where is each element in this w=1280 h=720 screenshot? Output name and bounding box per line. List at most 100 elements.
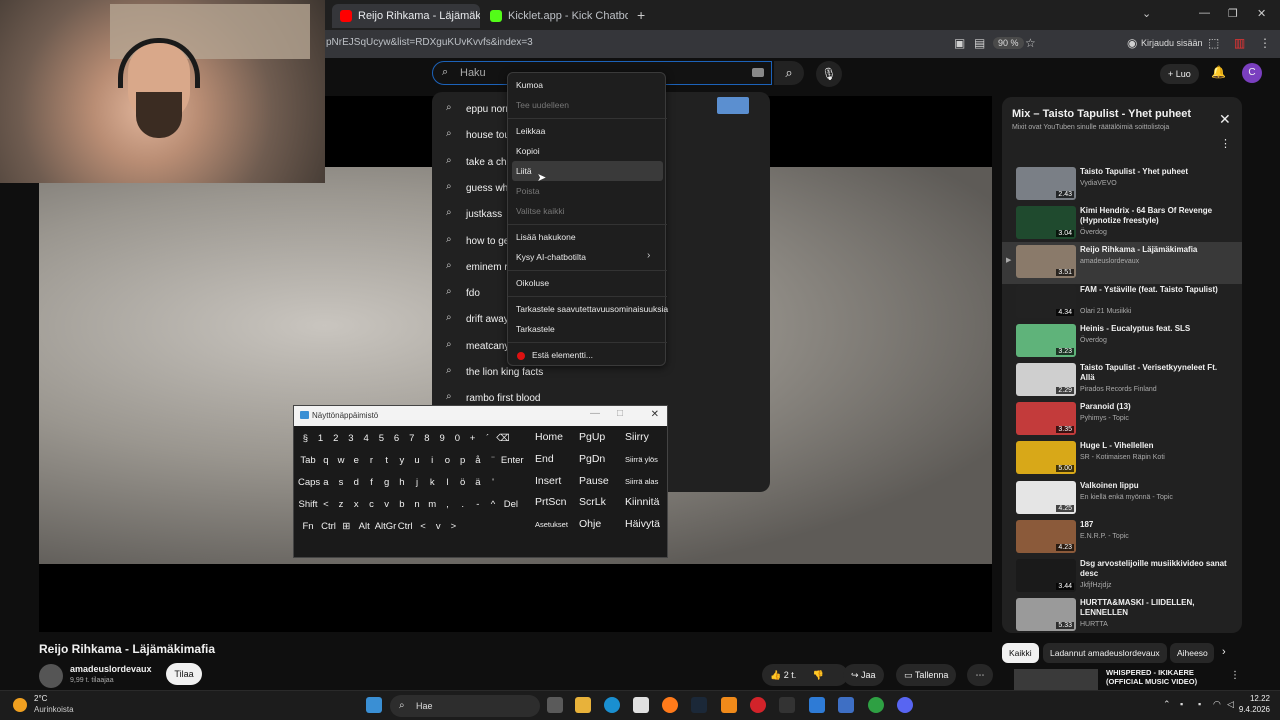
context-menu-item[interactable]: Leikkaa [516,126,545,136]
playlist-item[interactable]: ▶ 3.51 Reijo Rihkama - Läjämäkimafia amadeu… [1002,242,1242,285]
chrome-icon[interactable] [868,697,884,713]
more-options-icon[interactable]: ⋮ [1220,137,1231,150]
keyboard-key[interactable]: 0 [450,433,465,444]
file-explorer-icon[interactable] [575,697,591,713]
keyboard-key[interactable]: ¨ [486,455,501,466]
keyboard-key[interactable]: d [349,477,364,488]
keyboard-key[interactable]: Pause [579,475,609,487]
tray-network-icon[interactable]: ▪ [1198,699,1201,709]
bookmark-star-icon[interactable]: ☆ [1025,36,1036,50]
task-view-icon[interactable] [547,697,563,713]
store-icon[interactable] [633,697,649,713]
window-close-icon[interactable]: ✕ [1257,7,1266,20]
context-menu-item[interactable]: Tarkastele [516,324,555,334]
keyboard-key[interactable]: Insert [535,475,561,487]
keyboard-key[interactable]: q [319,455,334,466]
keyboard-key[interactable]: PgUp [579,431,605,443]
playlist-item[interactable]: 3.23 Heinis - Eucalyptus feat. SLS Överdog [1002,321,1242,363]
keyboard-key[interactable]: f [364,477,379,488]
account-avatar[interactable]: C [1242,63,1262,83]
playlist-item[interactable]: 4.25 Valkoinen lippu En kiellä enkä myönnä… [1002,478,1242,520]
search-suggestion[interactable]: ⌕ the lion king facts [432,363,770,383]
obs-icon[interactable] [838,697,854,713]
sign-in-button[interactable]: Kirjaudu sisään [1141,38,1203,48]
keyboard-key[interactable]: < [319,499,334,510]
chip-all[interactable]: Kaikki [1002,643,1039,663]
keyboard-icon[interactable] [752,68,764,77]
keyboard-key[interactable]: 3 [344,433,359,444]
more-actions-button[interactable]: ⋯ [967,664,993,686]
adblock-icon[interactable]: ▥ [1234,36,1245,50]
keyboard-key[interactable]: r [364,455,379,466]
keyboard-key[interactable]: Asetukset [535,520,568,529]
keyboard-key[interactable]: Shift [298,499,318,510]
maximize-icon[interactable]: ❐ [1228,7,1238,20]
playlist-item[interactable]: 3.44 Dsg arvostelijoille musiikkivideo sa… [1002,556,1242,598]
keyboard-key[interactable]: Fn [298,521,318,532]
terminal-icon[interactable] [779,697,795,713]
keyboard-key[interactable]: w [334,455,349,466]
keyboard-key[interactable]: Alt [354,521,374,532]
keyboard-key[interactable]: ScrLk [579,496,606,508]
playlist-item[interactable]: 3.35 Paranoid (13) Pyhimys - Topic [1002,399,1242,441]
keyboard-key[interactable]: i [425,455,440,466]
keyboard-key[interactable]: 9 [435,433,450,444]
next-video-more-icon[interactable]: ⋮ [1230,670,1240,681]
vlc-icon[interactable] [721,697,737,713]
cast-icon[interactable]: ▤ [974,36,985,50]
chip-uploader[interactable]: Ladannut amadeuslordevaux [1043,643,1167,663]
channel-avatar[interactable] [39,664,63,688]
tab-youtube[interactable]: Reijo Rihkama - Läjämäkimafia ✕ [332,4,480,28]
zoom-level[interactable]: 90 % [993,37,1024,49]
context-menu-item[interactable]: Estä elementti... [532,350,593,360]
playlist-item[interactable]: 2.43 Taisto Tapulist - Yhet puheet VydiaVE… [1002,164,1242,206]
keyboard-key[interactable]: b [395,499,410,510]
keyboard-key[interactable]: 6 [389,433,404,444]
context-menu-item[interactable]: Tarkastele saavutettavuusominaisuuksia [516,304,668,314]
keyboard-key[interactable]: < [416,521,431,532]
keyboard-key[interactable]: Home [535,431,563,443]
close-icon[interactable]: ✕ [1219,111,1231,128]
keyboard-key[interactable]: x [349,499,364,510]
next-video-thumbnail[interactable] [1014,669,1098,690]
keyboard-key[interactable]: g [379,477,394,488]
keyboard-key[interactable]: Ctrl [319,521,339,532]
keyboard-key[interactable]: Del [501,499,521,510]
keyboard-key[interactable]: PgDn [579,453,605,465]
tray-chevron-icon[interactable]: ⌃ [1163,699,1171,710]
keyboard-key[interactable]: ⌫ [496,433,511,444]
keyboard-key[interactable]: Kiinnitä [625,496,659,508]
keyboard-key[interactable]: AltGr [375,521,397,532]
keyboard-key[interactable]: ´ [480,433,495,444]
playlist-item[interactable]: 4.23 187 E.N.R.P. - Topic [1002,517,1242,559]
chip-related[interactable]: Aiheeso [1170,643,1214,663]
keyboard-key[interactable]: 1 [313,433,328,444]
dislike-icon[interactable]: 👎 [813,670,824,680]
keyboard-key[interactable]: o [440,455,455,466]
tab-kicklet[interactable]: Kicklet.app - Kick Chatbot and C ✕ [482,4,628,28]
tray-app-icon[interactable]: ▪ [1180,699,1183,709]
keyboard-key[interactable]: Caps [298,477,320,488]
keyboard-key[interactable]: 5 [374,433,389,444]
playlist-item[interactable]: 2.29 Taisto Tapulist - Verisetkyyneleet F… [1002,360,1242,402]
extensions-icon[interactable]: ⬚ [1208,36,1219,50]
osk-maximize-icon[interactable]: □ [617,408,623,419]
new-tab-icon[interactable]: + [637,7,645,23]
weather-desc[interactable]: Aurinkoista [34,705,74,714]
keyboard-key[interactable]: ä [471,477,486,488]
chevron-right-icon[interactable]: › [1222,646,1226,658]
keyboard-key[interactable]: a [319,477,334,488]
browser-menu-icon[interactable]: ⋮ [1259,36,1271,50]
keyboard-key[interactable]: t [379,455,394,466]
keyboard-key[interactable]: > [446,521,461,532]
context-menu-item[interactable]: Oikoluse [516,278,549,288]
keyboard-key[interactable]: n [410,499,425,510]
keyboard-key[interactable]: l [440,477,455,488]
keyboard-key[interactable]: Enter [501,455,524,466]
save-button[interactable]: ▭ Tallenna [896,664,957,686]
keyboard-key[interactable]: v [379,499,394,510]
edge-icon[interactable] [604,697,620,713]
keyboard-key[interactable]: Siirrä alas [625,477,658,486]
keyboard-key[interactable]: z [334,499,349,510]
osk-close-icon[interactable]: ✕ [651,409,659,420]
